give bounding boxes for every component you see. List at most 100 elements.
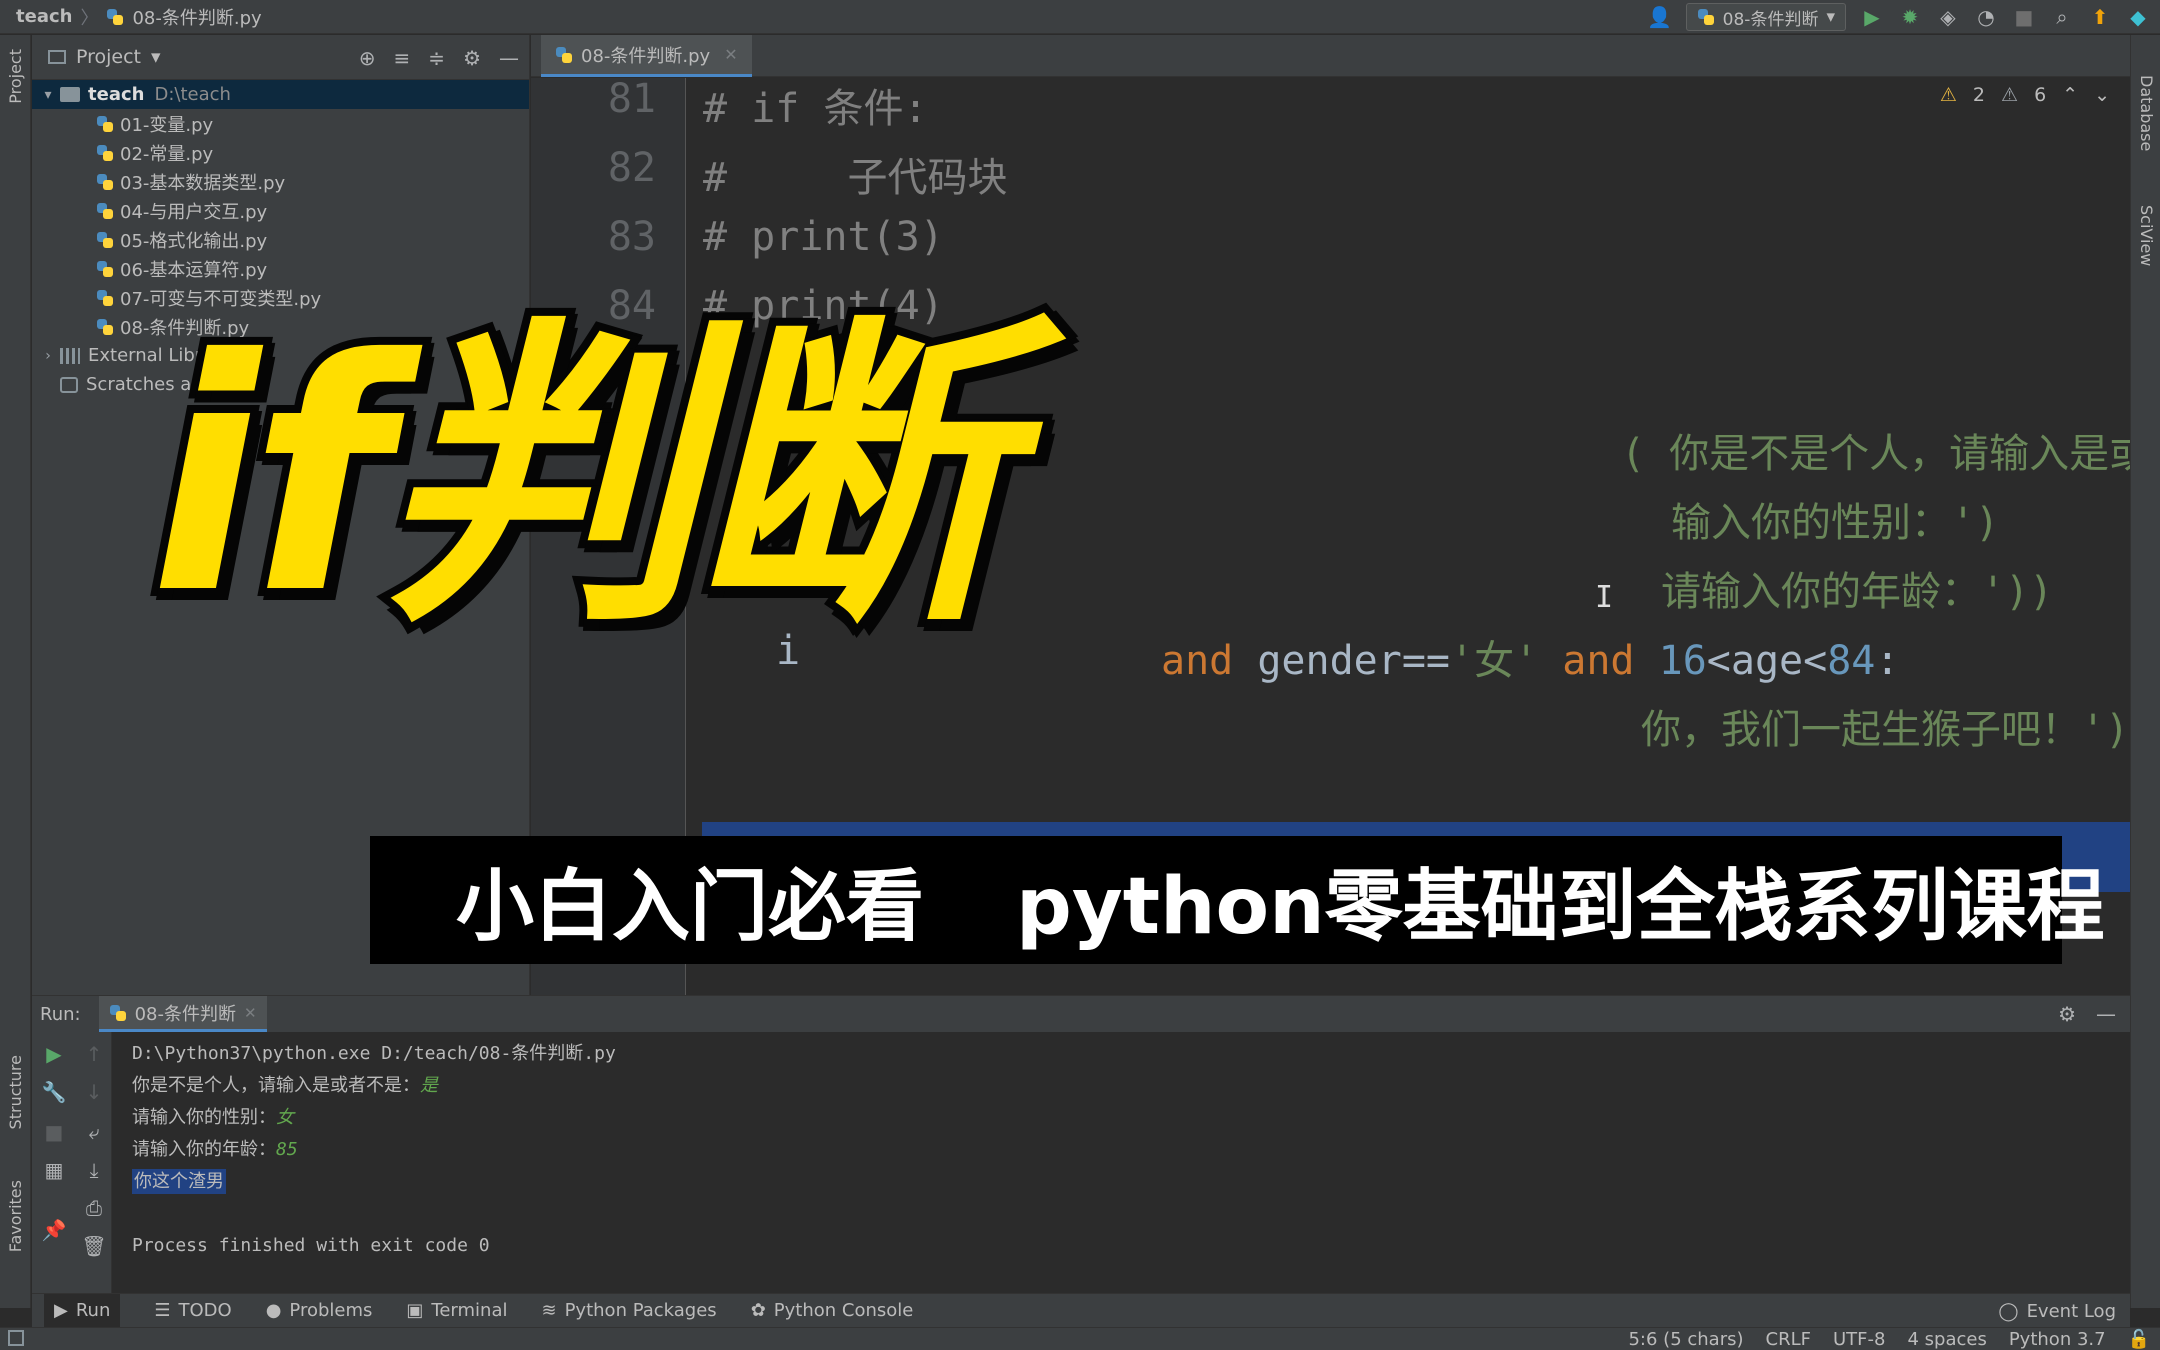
project-panel-header: Project ▾ ⊕ ≡ ≑ ⚙ — <box>32 35 529 80</box>
arrow-up-icon[interactable]: ↑ <box>80 1040 108 1068</box>
todo-tool-button[interactable]: ☰ TODO <box>154 1300 231 1321</box>
weak-warning-icon: ⚠ <box>2001 84 2019 106</box>
inspection-widget[interactable]: ⚠ 2 ⚠ 6 ⌃ ⌄ <box>1940 84 2110 106</box>
editor-tab-active[interactable]: 08-条件判断.py ✕ <box>541 35 752 77</box>
database-tool-button[interactable]: Database <box>2137 75 2156 151</box>
structure-tool-button[interactable]: Structure <box>6 1055 25 1129</box>
expand-all-icon[interactable]: ≡ <box>394 46 411 70</box>
arrow-down-icon[interactable]: ↓ <box>80 1078 108 1106</box>
pin-icon[interactable]: 📌 <box>40 1216 68 1244</box>
stop-icon[interactable]: ■ <box>40 1118 68 1146</box>
python-file-icon <box>555 46 573 64</box>
chevron-down-icon[interactable]: ⌄ <box>2094 84 2110 106</box>
event-log-button[interactable]: ◯ Event Log <box>1998 1294 2116 1328</box>
problems-tool-button[interactable]: ● Problems <box>266 1300 373 1321</box>
soft-wrap-icon[interactable]: ⤶ <box>80 1118 108 1146</box>
scroll-to-end-icon[interactable]: ⤓ <box>80 1156 108 1184</box>
stop-icon[interactable]: ■ <box>2012 5 2036 29</box>
python-packages-tool-label: Python Packages <box>564 1300 717 1321</box>
banner-right-text: python零基础到全栈系列课程 <box>1016 862 2105 952</box>
indent-setting[interactable]: 4 spaces <box>1907 1329 1986 1350</box>
tree-file[interactable]: 03-基本数据类型.py <box>32 167 529 196</box>
tree-file[interactable]: 02-常量.py <box>32 138 529 167</box>
run-icon[interactable]: ▶ <box>1860 5 1884 29</box>
coverage-icon[interactable]: ◈ <box>1936 5 1960 29</box>
python-file-icon <box>96 318 114 336</box>
line-separator[interactable]: CRLF <box>1766 1329 1811 1350</box>
breadcrumb-file[interactable]: 08-条件判断.py <box>132 4 261 30</box>
chevron-down-icon[interactable]: ▾ <box>36 87 60 103</box>
tree-file[interactable]: 04-与用户交互.py <box>32 196 529 225</box>
python-interpreter[interactable]: Python 3.7 <box>2009 1329 2106 1350</box>
collapse-all-icon[interactable]: ≑ <box>428 46 445 70</box>
console-input: 85 <box>276 1139 298 1160</box>
banner-left-text: 小白入门必看 <box>456 862 925 952</box>
python-file-icon <box>96 260 114 278</box>
python-console-tool-button[interactable]: ✿ Python Console <box>751 1300 914 1321</box>
tree-root-teach[interactable]: ▾ teach D:\teach <box>32 80 529 109</box>
editor-tab-label: 08-条件判断.py <box>581 45 711 67</box>
editor-tab-bar: 08-条件判断.py ✕ <box>531 35 2130 77</box>
trash-icon[interactable]: 🗑 <box>80 1232 108 1260</box>
run-tool-button[interactable]: ▶ Run <box>44 1293 121 1328</box>
project-view-select[interactable]: Project <box>76 46 141 68</box>
search-icon[interactable]: ⌕ <box>2050 5 2074 29</box>
info-icon: ● <box>265 1300 282 1321</box>
breadcrumb-project[interactable]: teach <box>16 6 72 27</box>
terminal-tool-button[interactable]: ▣ Terminal <box>406 1300 507 1321</box>
problems-tool-label: Problems <box>289 1300 373 1321</box>
run-tab[interactable]: 08-条件判断 ✕ <box>98 996 267 1032</box>
gear-icon[interactable]: ⚙ <box>2058 1002 2076 1026</box>
tree-file-label: 01-变量.py <box>120 114 214 136</box>
minimize-icon[interactable]: — <box>2096 1002 2116 1026</box>
chevron-down-icon: ▾ <box>1826 7 1835 27</box>
todo-tool-label: TODO <box>178 1300 232 1321</box>
close-icon[interactable]: ✕ <box>244 1004 257 1022</box>
console-output[interactable]: D:\Python37\python.exe D:/teach/08-条件判断.… <box>132 1038 616 1262</box>
locate-icon[interactable]: ⊕ <box>359 46 376 70</box>
profile-icon[interactable]: ◔ <box>1974 5 1998 29</box>
run-tool-label: Run <box>75 1300 111 1321</box>
minimize-icon[interactable]: — <box>499 46 519 70</box>
gear-icon[interactable]: ⚙ <box>463 46 481 70</box>
lock-icon[interactable]: 🔓 <box>2128 1329 2150 1350</box>
caret-position[interactable]: 5:6 (5 chars) <box>1628 1329 1743 1350</box>
sciview-tool-button[interactable]: SciView <box>2137 205 2156 266</box>
navigation-bar: teach 〉 08-条件判断.py 👤 08-条件判断 ▾ ▶ ✹ ◈ ◔ ■… <box>0 0 2160 34</box>
warning-count: 2 <box>1972 84 1986 106</box>
tree-file-label: 02-常量.py <box>120 143 214 165</box>
rerun-icon[interactable]: ▶ <box>40 1040 68 1068</box>
console-input: 女 <box>276 1107 294 1128</box>
update-icon[interactable]: ⬆ <box>2088 5 2112 29</box>
status-toggle-icon[interactable] <box>8 1330 24 1346</box>
user-icon[interactable]: 👤 <box>1647 5 1672 29</box>
python-console-icon: ✿ <box>750 1300 766 1321</box>
run-header: Run: 08-条件判断 ✕ ⚙ — <box>32 996 2130 1032</box>
layout-icon[interactable]: ▦ <box>40 1156 68 1184</box>
tree-file[interactable]: 01-变量.py <box>32 109 529 138</box>
code-line-90-string: 你，我们一起生猴子吧！') <box>1641 707 2130 753</box>
console-prompt: 请输入你的性别： <box>132 1107 276 1128</box>
weak-warning-count: 6 <box>2034 84 2047 106</box>
library-icon <box>60 347 80 364</box>
print-icon[interactable]: ⎙ <box>80 1194 108 1222</box>
file-encoding[interactable]: UTF-8 <box>1833 1329 1885 1350</box>
debug-icon[interactable]: ✹ <box>1898 5 1922 29</box>
chevron-right-icon[interactable]: › <box>36 348 60 364</box>
python-packages-tool-button[interactable]: ≋ Python Packages <box>541 1300 716 1321</box>
favorites-tool-button[interactable]: Favorites <box>6 1180 25 1252</box>
overlay-banner: 小白入门必看 python零基础到全栈系列课程 <box>370 836 2105 964</box>
event-log-icon: ◯ <box>1998 1300 2019 1322</box>
toolbox-icon[interactable]: ◆ <box>2126 5 2150 29</box>
code-line-83: # print(3) <box>703 214 944 260</box>
wrench-icon[interactable]: 🔧 <box>40 1078 68 1106</box>
project-tool-button[interactable]: Project <box>6 49 25 104</box>
code-line-89-condition: and gender=='女' and 16<age<84: <box>1161 628 1899 686</box>
scratches-icon <box>60 376 78 393</box>
close-icon[interactable]: ✕ <box>724 45 737 64</box>
tree-file[interactable]: 05-格式化输出.py <box>32 225 529 254</box>
chevron-up-icon[interactable]: ⌃ <box>2062 84 2078 106</box>
chevron-down-icon[interactable]: ▾ <box>151 46 161 68</box>
tree-file[interactable]: 06-基本运算符.py <box>32 254 529 283</box>
run-configuration-select[interactable]: 08-条件判断 ▾ <box>1685 3 1846 31</box>
